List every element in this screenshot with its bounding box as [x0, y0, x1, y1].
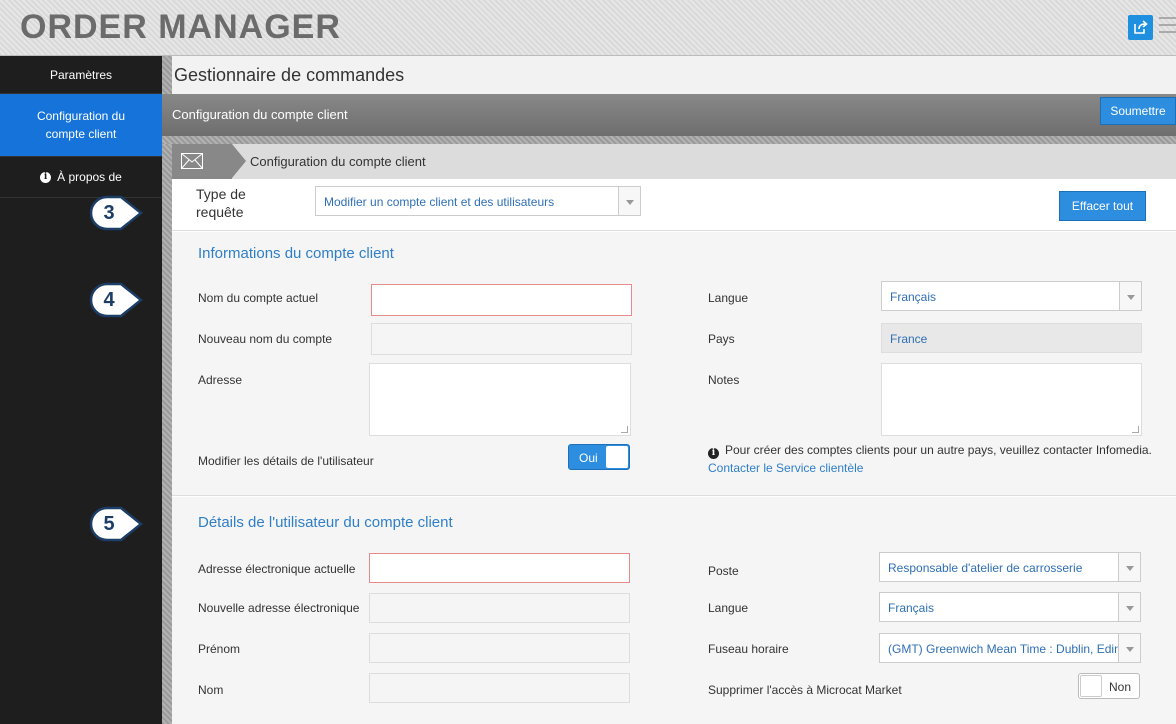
envelope-icon — [181, 153, 203, 169]
current-account-name-input[interactable] — [371, 284, 632, 316]
language-value: Français — [890, 290, 937, 304]
breadcrumb-arrow — [232, 144, 246, 178]
language-select[interactable]: Français — [881, 281, 1142, 311]
new-account-name-label: Nouveau nom du compte — [198, 332, 333, 346]
user-language-select[interactable]: Français — [879, 592, 1141, 622]
chevron-down-icon — [1118, 634, 1140, 662]
request-type-label: Type de requête — [196, 186, 246, 220]
info-icon: i — [708, 448, 719, 459]
callout-5: 5 — [89, 506, 145, 542]
callout-3: 3 — [89, 195, 145, 231]
toggle-label: Non — [1108, 680, 1131, 694]
page-header: Gestionnaire de commandes — [172, 56, 1176, 94]
current-email-input[interactable] — [369, 553, 630, 583]
menu-icon[interactable] — [1159, 17, 1176, 37]
top-bar: ORDER MANAGER — [0, 0, 1176, 56]
timezone-select[interactable]: (GMT) Greenwich Mean Time : Dublin, Edin — [879, 633, 1141, 663]
first-name-input[interactable] — [369, 633, 630, 663]
section-bar: Configuration du compte client Soumettre — [162, 94, 1176, 136]
new-email-label: Nouvelle adresse électronique — [198, 601, 360, 615]
sidebar-item-configuration[interactable]: Configuration du compte client — [0, 94, 162, 156]
sidebar-item-about[interactable]: i À propos de — [0, 156, 162, 198]
breadcrumb: Configuration du compte client — [172, 144, 1176, 179]
address-label: Adresse — [198, 373, 243, 387]
country-field: France — [881, 323, 1142, 353]
country-value: France — [890, 332, 928, 346]
remove-access-toggle[interactable]: Non — [1078, 673, 1140, 699]
last-name-input[interactable] — [369, 673, 630, 703]
user-language-value: Français — [888, 601, 935, 615]
envelope-tile — [172, 144, 232, 179]
chevron-down-icon — [1118, 593, 1140, 621]
chevron-down-icon — [1119, 282, 1141, 310]
clear-all-button[interactable]: Effacer tout — [1059, 191, 1146, 221]
toggle-knob — [1080, 675, 1102, 697]
sidebar: Paramètres Configuration du compte clien… — [0, 56, 162, 724]
share-icon — [1134, 20, 1148, 34]
current-account-name-label: Nom du compte actuel — [198, 291, 319, 305]
notes-textarea[interactable] — [881, 363, 1142, 436]
country-label: Pays — [708, 332, 735, 346]
language-label: Langue — [708, 291, 749, 305]
address-textarea[interactable] — [369, 363, 631, 436]
sidebar-item-label: À propos de — [57, 170, 122, 184]
sidebar-item-parametres[interactable]: Paramètres — [0, 56, 162, 94]
submit-button[interactable]: Soumettre — [1100, 97, 1176, 125]
sidebar-divider — [162, 56, 172, 724]
edit-user-details-label: Modifier les détails de l'utilisateur — [198, 454, 374, 468]
timezone-label: Fuseau horaire — [708, 642, 789, 656]
request-type-select[interactable]: Modifier un compte client et des utilisa… — [315, 186, 641, 216]
breadcrumb-label: Configuration du compte client — [250, 154, 426, 169]
toggle-label: Oui — [579, 451, 598, 465]
page-title: Gestionnaire de commandes — [174, 65, 405, 85]
callout-4: 4 — [89, 282, 145, 318]
new-email-input[interactable] — [369, 593, 630, 623]
first-name-label: Prénom — [198, 642, 241, 656]
share-button[interactable] — [1128, 15, 1153, 40]
current-email-label: Adresse électronique actuelle — [198, 562, 356, 576]
account-info-title: Informations du compte client — [198, 245, 394, 262]
account-info-panel: Informations du compte client Nom du com… — [172, 232, 1176, 496]
user-details-title: Détails de l'utilisateur du compte clien… — [198, 514, 453, 531]
user-details-panel: Détails de l'utilisateur du compte clien… — [172, 497, 1176, 724]
new-account-name-input[interactable] — [371, 323, 632, 355]
toggle-knob — [606, 446, 628, 468]
section-divider — [162, 136, 1176, 144]
remove-access-label: Supprimer l'accès à Microcat Market — [708, 683, 902, 697]
info-message: i Pour créer des comptes clients pour un … — [708, 443, 1152, 459]
last-name-label: Nom — [198, 683, 224, 697]
sidebar-item-label: Paramètres — [49, 67, 113, 82]
request-type-value: Modifier un compte client et des utilisa… — [324, 195, 555, 209]
position-select[interactable]: Responsable d'atelier de carrosserie — [879, 552, 1141, 582]
chevron-down-icon — [618, 187, 640, 215]
sidebar-item-label: Configuration du compte client — [36, 109, 126, 141]
timezone-value: (GMT) Greenwich Mean Time : Dublin, Edin — [888, 642, 1120, 656]
notes-label: Notes — [708, 373, 740, 387]
user-language-label: Langue — [708, 601, 749, 615]
contact-support-link[interactable]: Contacter le Service clientèle — [708, 461, 863, 475]
info-icon: i — [40, 171, 52, 183]
app-title: ORDER MANAGER — [20, 8, 341, 46]
section-title: Configuration du compte client — [172, 107, 348, 122]
position-value: Responsable d'atelier de carrosserie — [888, 561, 1083, 575]
position-label: Poste — [708, 564, 739, 578]
edit-user-details-toggle[interactable]: Oui — [568, 444, 630, 470]
request-type-row: Type de requête Modifier un compte clien… — [172, 179, 1176, 231]
chevron-down-icon — [1118, 553, 1140, 581]
